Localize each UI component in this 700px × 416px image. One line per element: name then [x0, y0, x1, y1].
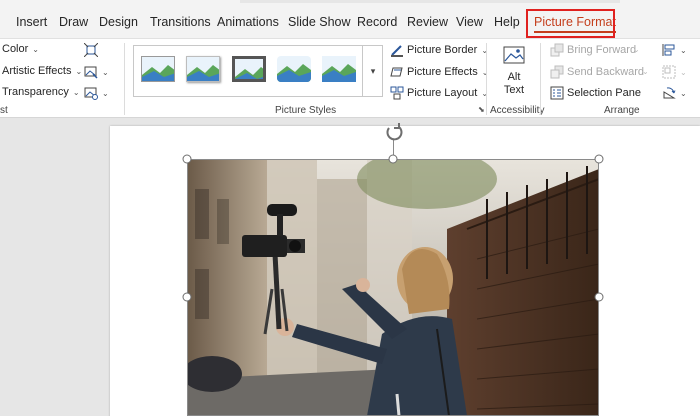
picture-styles-group-label: Picture Styles [275, 105, 337, 116]
chevron-down-icon: ⌄ [481, 45, 489, 55]
group-separator [124, 43, 125, 115]
color-label: Color [2, 43, 29, 55]
tab-transitions[interactable]: Transitions [150, 15, 211, 29]
adjust-group-label: st [0, 105, 8, 116]
group-separator [540, 43, 541, 115]
landscape-icon [277, 56, 311, 82]
picture-layout-label: Picture Layout [407, 87, 478, 99]
send-backward-button[interactable]: Send Backward [550, 65, 644, 79]
change-picture-icon [84, 66, 98, 79]
resize-handle-right[interactable] [594, 292, 604, 302]
transparency-label: Transparency [2, 86, 69, 98]
alt-text-label: Alt [507, 71, 521, 83]
chevron-down-icon: ⌄ [680, 88, 687, 98]
send-backward-label: Send Backward [567, 66, 645, 78]
bring-forward-label: Bring Forward [567, 44, 637, 56]
group-objects-button[interactable]: ⌄ [662, 65, 687, 79]
styles-more-button[interactable]: ▾ [362, 45, 383, 97]
picture-layout-icon [390, 86, 404, 100]
picture-border-label: Picture Border [407, 44, 478, 56]
tab-design[interactable]: Design [99, 15, 138, 29]
selection-pane-button[interactable]: Selection Pane [550, 86, 641, 100]
align-button[interactable]: ⌄ [662, 43, 687, 57]
tab-draw[interactable]: Draw [59, 15, 88, 29]
artistic-effects-label: Artistic Effects [2, 65, 72, 77]
chevron-down-icon: ⌄ [680, 67, 687, 77]
chevron-down-icon: ⌄ [32, 44, 39, 54]
send-backward-icon [550, 65, 564, 79]
chevron-down-icon: ⌄ [102, 88, 109, 98]
alt-text-button[interactable]: Alt Text [497, 45, 531, 97]
title-bar-edge [240, 0, 620, 3]
group-objects-icon [662, 65, 676, 79]
landscape-icon [235, 59, 263, 79]
chevron-down-icon: ⌄ [481, 88, 489, 98]
change-picture-button[interactable]: ⌄ [84, 65, 109, 79]
resize-handle-top[interactable] [388, 154, 398, 164]
accessibility-group-label: Accessibility [490, 105, 545, 116]
tab-record[interactable]: Record [357, 15, 397, 29]
picture-layout-button[interactable]: Picture Layout ⌄ [390, 86, 488, 100]
transparency-button[interactable]: Transparency ⌄ [2, 86, 80, 98]
dialog-launcher-icon[interactable]: ⬊ [478, 105, 485, 114]
chevron-down-icon[interactable]: ⌄ [633, 45, 640, 54]
reset-picture-button[interactable]: ⌄ [84, 86, 109, 100]
color-button[interactable]: Color ⌄ [2, 43, 39, 55]
alt-text-label: Text [503, 84, 525, 96]
alt-text-icon [503, 46, 525, 64]
artistic-effects-button[interactable]: Artistic Effects ⌄ [2, 65, 82, 77]
highlight-annotation-box [526, 9, 615, 38]
chevron-down-icon[interactable]: ⌄ [642, 67, 649, 76]
picture-styles-gallery [133, 45, 383, 97]
tab-insert[interactable]: Insert [16, 15, 47, 29]
selection-pane-icon [550, 86, 564, 100]
align-icon [662, 44, 675, 56]
picture-effects-button[interactable]: Picture Effects⌄ [390, 65, 488, 79]
picture-border-icon [391, 45, 403, 57]
tab-help[interactable]: Help [494, 15, 520, 29]
chevron-down-icon: ⌄ [102, 67, 109, 77]
landscape-icon [142, 57, 174, 81]
bring-forward-button[interactable]: Bring Forward [550, 43, 636, 57]
arrange-group-label: Arrange [604, 105, 640, 116]
group-separator [486, 43, 487, 115]
picture-effects-label: Picture Effects [407, 66, 478, 78]
more-icon: ▾ [370, 65, 376, 76]
vlogger-photo [187, 159, 599, 416]
resize-handle-top-left[interactable] [182, 154, 192, 164]
slide-picture[interactable] [187, 159, 599, 416]
chevron-down-icon: ⌄ [72, 87, 80, 97]
tab-view[interactable]: View [456, 15, 483, 29]
resize-handle-left[interactable] [182, 292, 192, 302]
rotate-icon [663, 87, 676, 99]
picture-style-thumbnail[interactable] [232, 56, 266, 82]
picture-style-thumbnail[interactable] [277, 56, 311, 82]
rotate-icon [386, 123, 403, 141]
chevron-down-icon: ⌄ [680, 45, 687, 55]
selection-pane-label: Selection Pane [567, 87, 641, 99]
bring-forward-icon [550, 43, 564, 57]
chevron-down-icon: ⌄ [75, 66, 83, 76]
landscape-icon [322, 56, 356, 82]
compress-pictures-icon [84, 43, 98, 57]
tab-review[interactable]: Review [407, 15, 448, 29]
compress-pictures-button[interactable] [84, 43, 98, 57]
ribbon: Color ⌄ Artistic Effects ⌄ Transparency ⌄ ⌄… [0, 38, 700, 118]
picture-style-thumbnail[interactable] [141, 56, 175, 82]
ribbon-tab-bar: Insert Draw Design Transitions Animation… [0, 0, 700, 38]
resize-handle-top-right[interactable] [594, 154, 604, 164]
picture-effects-icon [390, 67, 403, 77]
tab-animations[interactable]: Animations [217, 15, 279, 29]
rotate-objects-button[interactable]: ⌄ [662, 86, 687, 100]
landscape-icon [187, 57, 219, 81]
picture-style-thumbnail[interactable] [322, 56, 356, 82]
reset-picture-icon [84, 87, 98, 100]
tab-slide-show[interactable]: Slide Show [288, 15, 351, 29]
picture-style-thumbnail[interactable] [186, 56, 220, 82]
rotation-handle[interactable] [384, 122, 404, 142]
picture-border-button[interactable]: Picture Border ⌄ [390, 43, 488, 57]
